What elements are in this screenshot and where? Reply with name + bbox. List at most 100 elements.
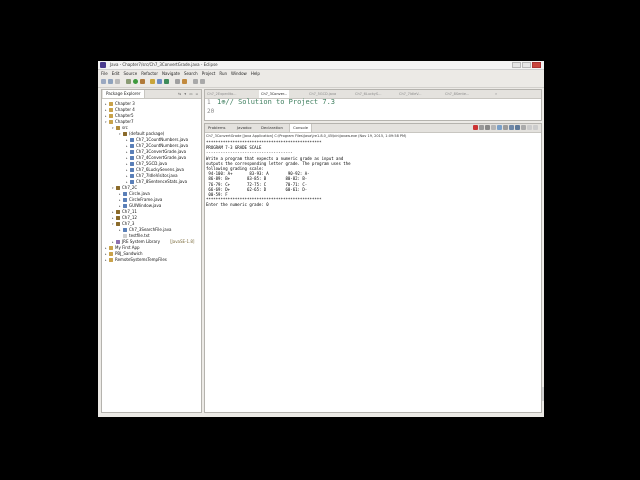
menu-help[interactable]: Help: [250, 70, 261, 77]
editor-tab[interactable]: Ch7_6LuckyS...: [355, 90, 381, 98]
new-java-project-icon[interactable]: [150, 79, 155, 84]
external-tools-icon[interactable]: [140, 79, 145, 84]
debug-icon[interactable]: [126, 79, 131, 84]
word-wrap-icon[interactable]: [503, 125, 508, 130]
remove-all-icon[interactable]: [485, 125, 490, 130]
java-file-icon: [123, 228, 127, 232]
java-file-icon: [123, 204, 127, 208]
project-icon: [109, 252, 113, 256]
package-icon: [123, 132, 127, 136]
editor-tab[interactable]: Ch7_3Conver...: [259, 90, 290, 98]
tab-declaration[interactable]: Declaration: [261, 124, 283, 132]
console-launch-info: Ch7_3ConvertGrade [Java Application] C:\…: [206, 134, 407, 138]
minimize-button[interactable]: [512, 62, 521, 68]
menu-refactor[interactable]: Refactor: [140, 70, 159, 77]
editor-tab[interactable]: Ch7_5GCD.java: [309, 90, 336, 98]
new-icon[interactable]: [101, 79, 106, 84]
java-file-icon: [130, 138, 134, 142]
tab-console[interactable]: Console: [289, 124, 313, 132]
scroll-lock-icon[interactable]: [497, 125, 502, 130]
package-icon: [116, 186, 120, 190]
package-explorer-panel: Package Explorer ⇆ ▾ ▭ ▫ ▸ Chapter 3 ▸ Chap…: [101, 89, 202, 413]
java-file-icon: [130, 144, 134, 148]
eclipse-app-icon: [100, 62, 106, 68]
menu-source[interactable]: Source: [122, 70, 138, 77]
package-icon: [116, 216, 120, 220]
new-class-icon[interactable]: [164, 79, 169, 84]
screen-edge-marker: [542, 387, 544, 401]
java-file-icon: [130, 150, 134, 154]
console-line: Enter the numeric grade: 0: [206, 202, 269, 208]
eclipse-window: Java - Chapter7/src/Ch7_3ConvertGrade.ja…: [98, 61, 544, 417]
forward-icon[interactable]: [200, 79, 205, 84]
menu-search[interactable]: Search: [183, 70, 199, 77]
package-icon: [116, 222, 120, 226]
package-explorer-tab[interactable]: Package Explorer: [103, 90, 145, 98]
main-toolbar: Quick Access Java: [98, 77, 544, 102]
editor-tab[interactable]: Ch7_8Sente...: [445, 90, 469, 98]
java-file-icon: [130, 162, 134, 166]
open-type-icon[interactable]: [175, 79, 180, 84]
package-tree: ▸ Chapter 3 ▸ Chapter 4 ▸ Chapter5 ▾ Chapter7 ▾ s…: [102, 99, 201, 263]
java-file-icon: [123, 192, 127, 196]
new-package-icon[interactable]: [157, 79, 162, 84]
run-icon[interactable]: [133, 79, 138, 84]
menu-run[interactable]: Run: [218, 70, 228, 77]
menu-edit[interactable]: Edit: [111, 70, 121, 77]
package-icon: [116, 210, 120, 214]
editor-tab[interactable]: Ch7_7IdleV...: [399, 90, 422, 98]
tree-item[interactable]: ▸ RemoteSystemsTempFiles: [102, 257, 201, 263]
pin-console-icon[interactable]: [509, 125, 514, 130]
console-toolbar: [473, 125, 538, 131]
clear-console-icon[interactable]: [491, 125, 496, 130]
project-icon: [109, 108, 113, 112]
menu-bar: File Edit Source Refactor Navigate Search Proj…: [98, 70, 544, 77]
library-icon: [116, 240, 120, 244]
back-icon[interactable]: [193, 79, 198, 84]
maximize-button[interactable]: [522, 62, 531, 68]
close-button[interactable]: [532, 62, 541, 68]
java-file-icon: [130, 180, 134, 184]
menu-project[interactable]: Project: [201, 70, 217, 77]
tab-problems[interactable]: Problems: [208, 124, 226, 132]
editor-panel: Ch7_2Expedito... Ch7_3Conver... Ch7_5GCD.j…: [204, 89, 542, 121]
title-bar: Java - Chapter7/src/Ch7_3ConvertGrade.ja…: [98, 61, 544, 70]
project-icon: [109, 246, 113, 250]
expand-arrow-icon[interactable]: ▸: [105, 257, 108, 263]
print-icon[interactable]: [115, 79, 120, 84]
line-number: 1: [207, 99, 211, 106]
menu-file[interactable]: File: [100, 70, 109, 77]
text-file-icon: [123, 234, 127, 238]
project-icon: [109, 258, 113, 262]
remove-launch-icon[interactable]: [479, 125, 484, 130]
java-file-icon: [130, 168, 134, 172]
view-menu-icon[interactable]: ⇆ ▾ ▭ ▫: [178, 92, 199, 96]
project-icon: [109, 102, 113, 106]
java-file-icon: [130, 156, 134, 160]
minimize-view-icon[interactable]: [527, 125, 532, 130]
project-icon: [109, 120, 113, 124]
editor-tab[interactable]: Ch7_2Expedito...: [207, 90, 237, 98]
tree-item-label: RemoteSystemsTempFiles: [115, 257, 167, 262]
terminate-icon[interactable]: [473, 125, 478, 130]
console-panel: Console Declaration Javadoc Problems Ch7_3C…: [204, 123, 542, 413]
tab-javadoc[interactable]: Javadoc: [237, 124, 252, 132]
menu-navigate[interactable]: Navigate: [161, 70, 181, 77]
maximize-view-icon[interactable]: [533, 125, 538, 130]
search-icon[interactable]: [182, 79, 187, 84]
window-title: Java - Chapter7/src/Ch7_3ConvertGrade.ja…: [110, 62, 218, 67]
open-console-icon[interactable]: [521, 125, 526, 130]
console-tab-bar: Console Declaration Javadoc Problems: [205, 124, 541, 133]
editor-body[interactable]: 1 20 1⊕// Solution to Project 7.3: [205, 98, 541, 121]
display-console-icon[interactable]: [515, 125, 520, 130]
java-file-icon: [123, 198, 127, 202]
menu-window[interactable]: Window: [230, 70, 248, 77]
source-folder-icon: [116, 126, 120, 130]
line-number: 20: [207, 108, 215, 115]
code-comment-line[interactable]: 1⊕// Solution to Project 7.3: [217, 98, 335, 106]
project-icon: [109, 114, 113, 118]
save-icon[interactable]: [108, 79, 113, 84]
java-file-icon: [130, 174, 134, 178]
editor-tab-overflow-button[interactable]: »: [495, 90, 497, 98]
console-output[interactable]: ****************************************…: [206, 140, 351, 208]
